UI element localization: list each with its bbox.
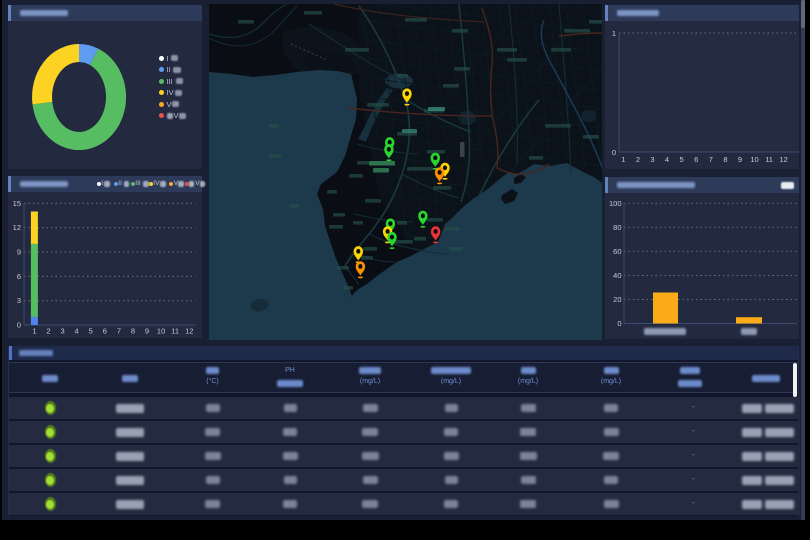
svg-text:80: 80 (613, 223, 621, 232)
svg-text:12: 12 (13, 223, 21, 232)
svg-text:3: 3 (17, 296, 21, 305)
svg-text:9: 9 (17, 248, 21, 257)
svg-text:12: 12 (185, 327, 193, 336)
svg-text:2: 2 (46, 327, 50, 336)
svg-text:0: 0 (17, 321, 21, 330)
svg-text:10: 10 (157, 327, 165, 336)
svg-text:8: 8 (723, 155, 727, 164)
svg-text:10: 10 (750, 155, 758, 164)
svg-text:9: 9 (738, 155, 742, 164)
svg-text:6: 6 (103, 327, 107, 336)
svg-text:6: 6 (17, 272, 21, 281)
svg-text:20: 20 (613, 295, 621, 304)
svg-text:15: 15 (13, 199, 21, 208)
svg-text:1: 1 (612, 29, 616, 38)
svg-text:12: 12 (780, 155, 788, 164)
svg-text:5: 5 (89, 327, 93, 336)
svg-text:4: 4 (75, 327, 79, 336)
svg-text:3: 3 (650, 155, 654, 164)
svg-text:6: 6 (694, 155, 698, 164)
svg-text:1: 1 (32, 327, 36, 336)
svg-text:7: 7 (117, 327, 121, 336)
svg-text:1: 1 (621, 155, 625, 164)
svg-text:0: 0 (617, 319, 621, 328)
svg-text:8: 8 (131, 327, 135, 336)
svg-text:3: 3 (61, 327, 65, 336)
svg-text:7: 7 (709, 155, 713, 164)
svg-text:100: 100 (609, 199, 622, 208)
svg-text:11: 11 (171, 327, 179, 336)
svg-text:4: 4 (665, 155, 669, 164)
svg-text:11: 11 (765, 155, 773, 164)
svg-text:2: 2 (636, 155, 640, 164)
svg-text:5: 5 (680, 155, 684, 164)
svg-text:0: 0 (612, 148, 616, 157)
svg-text:60: 60 (613, 247, 621, 256)
svg-text:40: 40 (613, 271, 621, 280)
svg-text:9: 9 (145, 327, 149, 336)
